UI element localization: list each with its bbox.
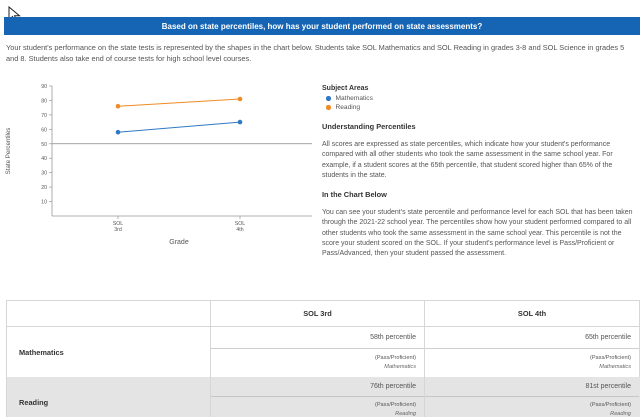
y-tick-label: 20 <box>41 185 47 191</box>
row-header-cell: Reading <box>7 377 211 417</box>
x-axis-label: Grade <box>169 239 189 246</box>
header-cell-blank <box>7 301 211 326</box>
performance-level: (Pass/Proficient) <box>589 402 631 408</box>
reading-dot-icon <box>326 105 331 110</box>
info-panel: Subject Areas Mathematics Reading Unders… <box>322 84 634 260</box>
in-chart-title: In the Chart Below <box>322 190 387 200</box>
subject-caption: Mathematics <box>384 364 416 370</box>
y-tick-label: 80 <box>41 98 47 104</box>
subject-caption: Mathematics <box>599 364 631 370</box>
subject-caption: Reading <box>610 411 631 417</box>
subject-caption: Reading <box>395 411 416 417</box>
result-cell: 81st percentile (Pass/Proficient) Readin… <box>425 377 639 417</box>
header-cell-sol-4th: SOL 4th <box>517 309 547 318</box>
table-row: Reading 76th percentile (Pass/Proficient… <box>7 377 640 417</box>
percentile-text: 58th percentile <box>370 334 416 341</box>
y-tick-label: 50 <box>41 142 47 148</box>
result-cell: 76th percentile (Pass/Proficient) Readin… <box>211 377 425 417</box>
y-tick-label: 90 <box>41 84 47 90</box>
data-point-reading <box>237 96 243 102</box>
data-point-mathematics <box>237 119 243 125</box>
y-tick-label: 70 <box>41 113 47 119</box>
results-table: SOL 3rd SOL 4th Mathematics 58th percent… <box>6 300 640 417</box>
data-point-reading <box>115 103 121 109</box>
cell-divider <box>425 348 639 349</box>
section-banner: Based on state percentiles, how has your… <box>4 17 640 35</box>
series-line-mathematics <box>117 121 241 133</box>
percentile-chart: 10 20 30 40 50 60 70 80 90 SOL 3rd SOL 4th Grade State… <box>0 78 318 250</box>
performance-level: (Pass/Proficient) <box>374 355 416 361</box>
percentile-text: 81st percentile <box>585 383 631 390</box>
row-subject-label: Mathematics <box>19 348 64 357</box>
in-chart-text: You can see your student's state percent… <box>322 209 633 258</box>
table-row: Mathematics 58th percentile (Pass/Profic… <box>7 327 640 377</box>
legend-title: Subject Areas <box>322 85 369 92</box>
legend-item-mathematics: Mathematics <box>326 94 634 103</box>
data-point-mathematics <box>115 129 121 135</box>
series-line-reading <box>117 98 241 107</box>
mathematics-dot-icon <box>326 96 331 101</box>
percentile-text: 65th percentile <box>585 334 631 341</box>
intro-text: Your student's performance on the state … <box>6 43 625 63</box>
percentile-text: 76th percentile <box>370 383 416 390</box>
banner-title: Based on state percentiles, how has your… <box>161 21 483 31</box>
header-cell-sol-3rd: SOL 3rd <box>211 301 425 326</box>
row-subject-label: Reading <box>19 398 49 407</box>
y-tick-label: 10 <box>41 200 47 206</box>
x-tick-label: 3rd <box>114 227 122 233</box>
cell-divider <box>425 396 639 397</box>
understanding-text: All scores are expressed as state percen… <box>322 141 613 179</box>
cell-divider <box>211 348 424 349</box>
row-header-cell: Mathematics <box>7 327 211 377</box>
cell-divider <box>211 396 424 397</box>
legend-label: Mathematics <box>335 95 373 102</box>
understanding-title: Understanding Percentiles <box>322 122 416 131</box>
x-tick-label: 4th <box>236 227 243 233</box>
y-tick-label: 40 <box>41 156 47 162</box>
legend-item-reading: Reading <box>326 103 634 112</box>
legend-label: Reading <box>335 104 361 111</box>
performance-level: (Pass/Proficient) <box>589 355 631 361</box>
y-axis-label: State Percentiles <box>5 128 12 175</box>
y-tick-label: 30 <box>41 171 47 177</box>
y-tick-label: 60 <box>41 127 47 133</box>
performance-level: (Pass/Proficient) <box>374 402 416 408</box>
table-header-row: SOL 3rd SOL 4th <box>7 301 640 327</box>
result-cell: 65th percentile (Pass/Proficient) Mathem… <box>425 327 639 377</box>
result-cell: 58th percentile (Pass/Proficient) Mathem… <box>211 327 425 377</box>
chart-canvas: 102030405060708090SOL3rdSOL4thGradeState… <box>5 84 312 246</box>
